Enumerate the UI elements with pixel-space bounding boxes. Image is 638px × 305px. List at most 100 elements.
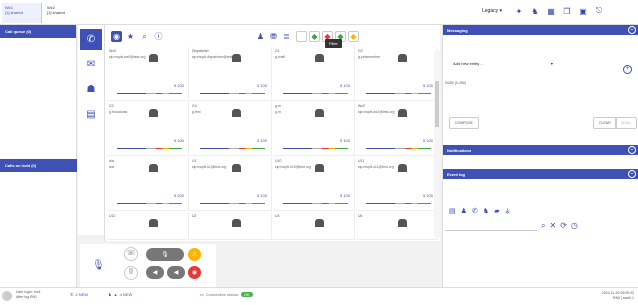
- grid-cell[interactable]: U10 sip:mcptt.u10@test.org 5 100: [273, 157, 355, 211]
- grid-cell[interactable]: a/a a/a 5 100: [107, 157, 189, 211]
- chevron-down-icon: ▾: [550, 61, 553, 66]
- cell-controls[interactable]: 5 100: [257, 83, 267, 88]
- group-filter-icon[interactable]: ⛃: [268, 31, 279, 42]
- folder-icon[interactable]: ▣: [578, 6, 588, 16]
- history-icon[interactable]: ◷: [571, 221, 578, 231]
- cell-ctl: 5 100: [173, 193, 184, 198]
- add-entity-icon[interactable]: +: [623, 65, 632, 74]
- grid-cell[interactable]: U2: [190, 212, 272, 240]
- emergency-button[interactable]: ◉: [188, 266, 201, 279]
- grid-cell[interactable]: U12: [107, 212, 189, 240]
- grid-cell[interactable]: g.m g.m 5 100: [273, 102, 355, 156]
- cell-controls[interactable]: 5 100: [257, 193, 267, 198]
- grid-cell[interactable]: G4 g.test 5 100: [190, 102, 272, 156]
- search-icon[interactable]: ⌕: [541, 221, 545, 231]
- phone-tab-icon[interactable]: ✆: [80, 29, 102, 50]
- call-icon: ✆: [70, 292, 74, 297]
- calls-on-hold-header[interactable]: Calls on hold (0): [0, 159, 77, 172]
- logout-icon[interactable]: ⎋: [594, 6, 604, 16]
- volume-up-button[interactable]: ◀: [167, 266, 185, 279]
- color-bar: [200, 93, 265, 94]
- collapse-icon[interactable]: −: [628, 170, 636, 178]
- tab-wz1-sub: [1] shared: [5, 10, 23, 15]
- microphone-icon[interactable]: 🎙: [92, 260, 105, 271]
- speaker-icon[interactable]: ☏: [124, 247, 138, 261]
- clear-button[interactable]: CLEAR: [593, 117, 617, 129]
- ptt-button[interactable]: 🎙: [146, 248, 184, 261]
- keypad-icon[interactable]: ⠿: [124, 266, 138, 280]
- profile-select[interactable]: Legacy ▾: [482, 8, 502, 14]
- person-filter-icon[interactable]: ♟: [461, 207, 467, 215]
- grid-cell[interactable]: G2 g.pinkmember 5 100: [356, 47, 438, 101]
- call-queue-header[interactable]: Call queue (0): [0, 25, 76, 38]
- cell-ctl: 5 100: [339, 138, 350, 143]
- grid-cell[interactable]: U3: [273, 212, 355, 240]
- cell-name: Wz0: [109, 49, 116, 53]
- add-entity-label: Add new entity ...: [453, 61, 484, 66]
- messaging-header[interactable]: Messaging −: [443, 25, 638, 35]
- notifications-header[interactable]: Notifications −: [443, 145, 638, 155]
- cell-controls[interactable]: 5 100: [174, 83, 184, 88]
- cell-uri: g.pinkmember: [358, 55, 381, 59]
- grid-scrollbar[interactable]: [434, 51, 440, 237]
- grid-cell[interactable]: U4: [356, 212, 438, 240]
- compose-button[interactable]: COMPOSE: [449, 117, 479, 129]
- cell-controls[interactable]: 5 100: [423, 83, 433, 88]
- cell-controls[interactable]: 5 100: [340, 193, 350, 198]
- call-status[interactable]: ✆ 2 NEW: [70, 292, 88, 297]
- sip-filter-icon[interactable]: ▤: [449, 207, 456, 215]
- star-icon[interactable]: ★: [125, 31, 136, 42]
- ambient-listen-button[interactable]: ⚠: [188, 248, 201, 261]
- volume-down-button[interactable]: ◀: [146, 266, 164, 279]
- add-entity-select[interactable]: Add new entity ... ▾: [453, 61, 553, 66]
- settings-icon[interactable]: ✦: [514, 6, 524, 16]
- cell-controls[interactable]: 5 100: [174, 138, 184, 143]
- event-search-input[interactable]: [445, 221, 537, 231]
- cell-controls[interactable]: 5 100: [340, 138, 350, 143]
- color-bar: [283, 93, 348, 94]
- grid-cell[interactable]: U11 sip:mcptt.u11@test.org 5 100: [356, 157, 438, 211]
- cell-controls[interactable]: 5 100: [423, 193, 433, 198]
- cell-controls[interactable]: 5 100: [340, 83, 350, 88]
- collapse-icon[interactable]: −: [628, 146, 636, 154]
- tab-wz2[interactable]: Wz2 [1] shared: [44, 3, 82, 23]
- empty-filter-icon[interactable]: [296, 31, 307, 42]
- grid-cell[interactable]: G2 g.broadcast 5 100: [107, 102, 189, 156]
- grid-cell[interactable]: Wz2 sip:mcptt.wz2@test.org 5 100: [356, 102, 438, 156]
- call-filter-icon[interactable]: ✆: [472, 207, 478, 215]
- cell-controls[interactable]: 5 100: [174, 193, 184, 198]
- send-button[interactable]: SEND: [615, 117, 637, 129]
- group-filter-icon[interactable]: ♞: [483, 207, 489, 215]
- tag-yellow-icon[interactable]: ◆: [348, 31, 359, 42]
- refresh-icon[interactable]: ⟳: [560, 221, 567, 231]
- person-filter-icon[interactable]: ♟: [255, 31, 266, 42]
- close-icon[interactable]: ✕: [549, 221, 556, 231]
- cell-controls[interactable]: 5 100: [423, 138, 433, 143]
- grid-tab-icon[interactable]: ▤: [80, 104, 102, 125]
- mail-tab-icon[interactable]: ✉: [80, 54, 102, 75]
- cell-ctl: 5 100: [173, 83, 184, 88]
- scroll-thumb[interactable]: [435, 81, 439, 127]
- grid-cell[interactable]: G1 g.shell 5 100: [273, 47, 355, 101]
- search-icon[interactable]: ⌕: [139, 31, 150, 42]
- collapse-icon[interactable]: −: [628, 26, 636, 34]
- group-tab-icon[interactable]: ☗: [80, 79, 102, 100]
- grid-cell[interactable]: Dispatcher sip:mcptt.dispatcher@test.org…: [190, 47, 272, 101]
- info-icon[interactable]: ⓘ: [153, 31, 164, 42]
- users-icon[interactable]: ♞: [530, 6, 540, 16]
- grid-cell[interactable]: Wz0 sip:mcptt.wz0@test.org 5 100: [107, 47, 189, 101]
- group-status[interactable]: ♞ ▲ 4 NEW: [108, 292, 132, 297]
- camera-icon[interactable]: ◉: [111, 31, 122, 42]
- list-filter-icon[interactable]: ≣: [281, 31, 292, 42]
- tab-wz1[interactable]: Wz1 [1] shared: [2, 3, 42, 23]
- cell-name: U1: [192, 159, 197, 163]
- tag-green-icon[interactable]: ◆: [309, 31, 320, 42]
- cell-controls[interactable]: 5 100: [257, 138, 267, 143]
- alert-filter-icon[interactable]: ▰: [494, 207, 499, 215]
- network-filter-icon[interactable]: ⚶: [504, 207, 510, 215]
- event-log-header[interactable]: Event log −: [443, 169, 638, 179]
- grid-cell[interactable]: U1 sip:mcptt.u1@test.org 5 100: [190, 157, 272, 211]
- datetime: 2022-11-29 09:09:23 RN2 | sw#0.1: [602, 291, 634, 301]
- layout-icon[interactable]: ▦: [546, 6, 556, 16]
- windows-icon[interactable]: ❐: [562, 6, 572, 16]
